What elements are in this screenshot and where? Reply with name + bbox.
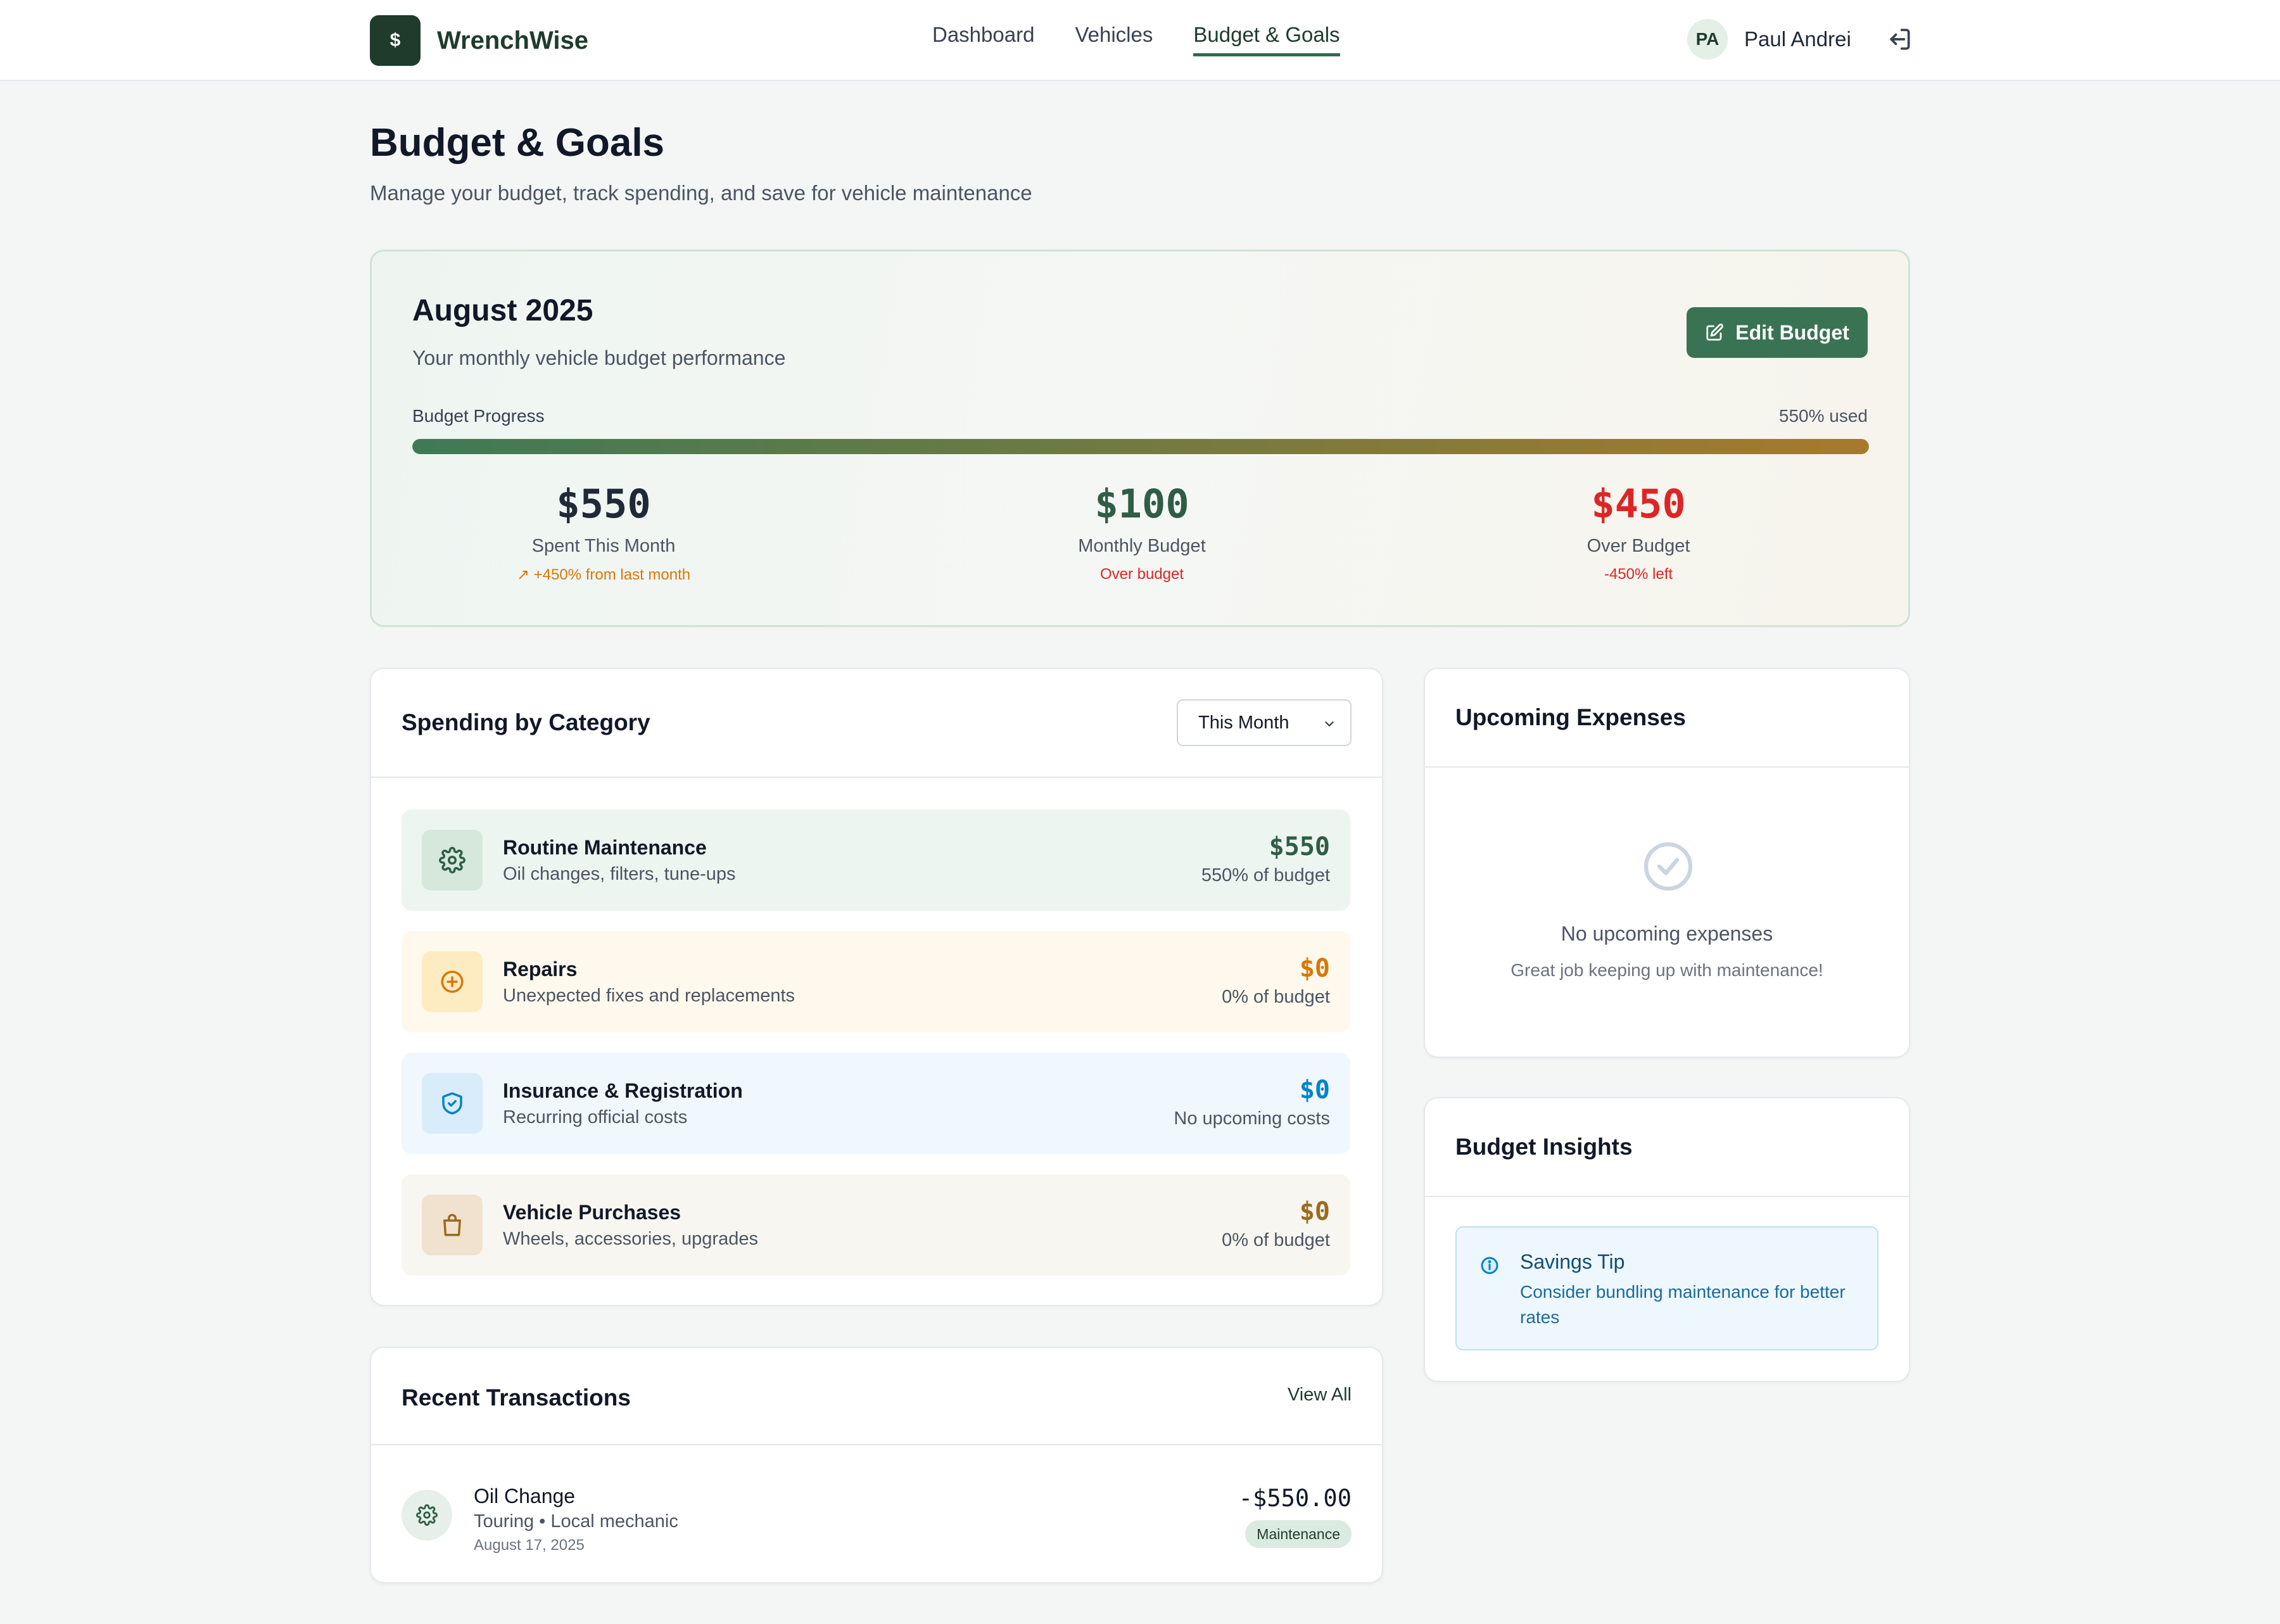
edit-icon <box>1706 323 1724 341</box>
period-select[interactable]: This Month <box>1177 699 1352 746</box>
stat-over-budget-value: $450 <box>1591 481 1686 527</box>
stat-over-budget-label: Over Budget <box>1586 536 1690 556</box>
savings-tip-text: Consider bundling maintenance for better… <box>1520 1282 1846 1327</box>
transaction-date: August 17, 2025 <box>474 1537 585 1554</box>
insights-title: Budget Insights <box>1455 1134 1633 1160</box>
stat-monthly-budget-label: Monthly Budget <box>1078 536 1206 556</box>
category-desc: Wheels, accessories, upgrades <box>503 1229 758 1249</box>
budget-progress-used: 550% used <box>1778 406 1868 426</box>
logout-icon[interactable] <box>1885 25 1913 53</box>
budget-subtitle: Your monthly vehicle budget performance <box>412 346 786 369</box>
budget-insights-card: Budget Insights Savings Tip Consider bun… <box>1424 1097 1910 1382</box>
check-circle-icon <box>1644 842 1693 891</box>
upcoming-header: Upcoming Expenses <box>1425 669 1909 768</box>
spending-title: Spending by Category <box>402 709 650 735</box>
transactions-header: Recent Transactions View All <box>371 1348 1382 1445</box>
savings-tip-title: Savings Tip <box>1520 1250 1625 1273</box>
brand-logo: $ <box>370 15 421 66</box>
shopping-bag-icon <box>422 1195 483 1255</box>
category-name: Vehicle Purchases <box>503 1201 681 1224</box>
edit-budget-button[interactable]: Edit Budget <box>1687 307 1868 358</box>
period-select-value: This Month <box>1198 712 1289 733</box>
category-amount: $0 <box>1299 1075 1330 1105</box>
edit-budget-label: Edit Budget <box>1735 320 1849 344</box>
stat-spent: $550 Spent This Month ↗ +450% from last … <box>414 481 794 584</box>
transaction-name[interactable]: Oil Change <box>474 1485 575 1508</box>
category-row-vehicle-purchases[interactable]: Vehicle Purchases Wheels, accessories, u… <box>402 1174 1350 1276</box>
stat-spent-label: Spent This Month <box>531 536 676 556</box>
nav-link-vehicles[interactable]: Vehicles <box>1075 23 1153 56</box>
brand[interactable]: $ WrenchWise <box>370 15 588 66</box>
category-name: Routine Maintenance <box>503 836 707 859</box>
budget-overview-card: August 2025 Your monthly vehicle budget … <box>370 250 1910 627</box>
stat-over-budget: $450 Over Budget -450% left <box>1448 481 1828 583</box>
category-percent: 0% of budget <box>1222 1230 1330 1250</box>
stat-spent-note: ↗ +450% from last month <box>516 566 691 583</box>
transactions-title: Recent Transactions <box>402 1385 631 1411</box>
category-row-routine-maintenance[interactable]: Routine Maintenance Oil changes, filters… <box>402 809 1350 911</box>
brand-name: WrenchWise <box>437 26 588 54</box>
avatar[interactable]: PA <box>1687 19 1728 60</box>
nav-link-budget-goals[interactable]: Budget & Goals <box>1193 23 1340 56</box>
shield-check-icon <box>422 1073 483 1134</box>
category-desc: Recurring official costs <box>503 1107 688 1127</box>
spending-by-category-card: Spending by Category This Month Routine … <box>370 668 1383 1306</box>
category-amount: $0 <box>1299 1197 1330 1226</box>
stat-spent-value: $550 <box>556 481 651 527</box>
insights-header: Budget Insights <box>1425 1098 1909 1197</box>
transaction-category-badge: Maintenance <box>1245 1520 1352 1548</box>
upcoming-empty-title: No upcoming expenses <box>1561 922 1773 945</box>
category-percent: 550% of budget <box>1201 865 1330 885</box>
category-desc: Oil changes, filters, tune-ups <box>503 864 736 884</box>
category-name: Repairs <box>503 958 578 980</box>
spending-card-header: Spending by Category This Month <box>371 669 1382 778</box>
chevron-down-icon <box>1325 721 1334 726</box>
savings-tip: Savings Tip Consider bundling maintenanc… <box>1455 1226 1878 1350</box>
info-icon <box>1481 1257 1498 1274</box>
recent-transactions-card: Recent Transactions View All Oil Change … <box>370 1347 1383 1583</box>
top-nav: $ WrenchWise Dashboard Vehicles Budget &… <box>0 0 2280 81</box>
nav-links: Dashboard Vehicles Budget & Goals <box>932 23 1381 56</box>
category-amount: $0 <box>1299 954 1330 983</box>
stat-monthly-budget: $100 Monthly Budget Over budget <box>952 481 1332 583</box>
category-row-insurance-registration[interactable]: Insurance & Registration Recurring offic… <box>402 1053 1350 1154</box>
user-name: Paul Andrei <box>1744 27 1851 51</box>
budget-progress-label: Budget Progress <box>412 406 545 426</box>
upcoming-expenses-card: Upcoming Expenses No upcoming expenses G… <box>1424 668 1910 1058</box>
transaction-amount: -$550.00 <box>1238 1485 1352 1512</box>
gear-icon <box>402 1490 452 1540</box>
upcoming-title: Upcoming Expenses <box>1455 704 1686 730</box>
nav-link-dashboard[interactable]: Dashboard <box>932 23 1034 56</box>
gear-icon <box>422 830 483 891</box>
category-desc: Unexpected fixes and replacements <box>503 986 795 1006</box>
transaction-meta: Touring • Local mechanic <box>474 1511 678 1532</box>
plus-circle-icon <box>422 951 483 1012</box>
stat-monthly-budget-value: $100 <box>1094 481 1189 527</box>
stat-over-budget-note: -450% left <box>1604 566 1673 583</box>
upcoming-empty-subtitle: Great job keeping up with maintenance! <box>1510 960 1823 980</box>
page-subtitle: Manage your budget, track spending, and … <box>370 181 1032 205</box>
category-percent: 0% of budget <box>1222 987 1330 1007</box>
budget-progress-bar <box>412 439 1869 454</box>
category-name: Insurance & Registration <box>503 1079 743 1102</box>
view-all-link[interactable]: View All <box>1288 1385 1352 1405</box>
budget-progress-fill <box>412 439 1869 454</box>
user-menu: PA Paul Andrei <box>1687 19 1913 60</box>
category-row-repairs[interactable]: Repairs Unexpected fixes and replacement… <box>402 931 1350 1032</box>
category-amount: $550 <box>1269 832 1330 861</box>
budget-month: August 2025 <box>412 294 593 327</box>
stat-monthly-budget-note: Over budget <box>1099 566 1184 583</box>
page-title: Budget & Goals <box>370 121 665 165</box>
category-percent: No upcoming costs <box>1174 1108 1330 1129</box>
